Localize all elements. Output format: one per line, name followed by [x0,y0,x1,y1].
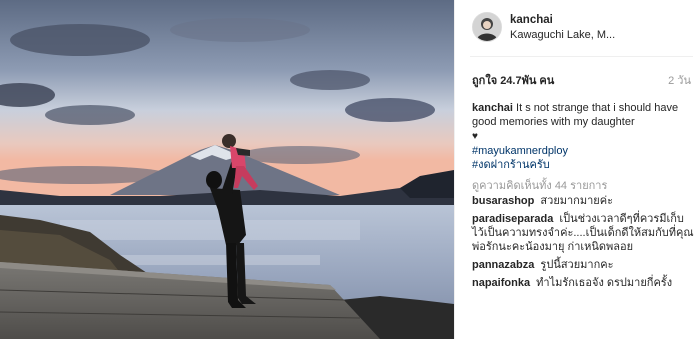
header-divider [470,56,693,57]
comment-item: pannazabza รูปนี้สวยมากคะ [472,258,694,272]
comment-username[interactable]: paradiseparada [472,213,553,225]
comment-username[interactable]: pannazabza [472,259,534,271]
hashtag-link[interactable]: #mayukamnerdploy [472,144,694,158]
comment-text: รูปนี้สวยมากคะ [540,259,614,271]
caption-username[interactable]: kanchai [472,102,513,114]
post-photo[interactable] [0,0,454,339]
comment-text: ทำไมรักเธอจัง ดรปมายกี่ครั้ง [536,277,673,289]
comment-item: busarashop สวยมากมายค่ะ [472,194,694,208]
comment-text: สวยมากมายค่ะ [540,195,613,207]
post-side-panel: kanchai Kawaguchi Lake, M... ถูกใจ 24.7พ… [455,0,696,339]
heart-emoji: ♥ [472,131,478,142]
comment-item: paradiseparada เป็นช่วงเวลาดีๆที่ควรมีเก… [472,212,694,254]
comment-list: busarashop สวยมากมายค่ะ paradiseparada เ… [472,194,694,294]
post-username[interactable]: kanchai [510,14,553,26]
post-header: kanchai Kawaguchi Lake, M... [472,12,694,42]
view-all-comments-link[interactable]: ดูความคิดเห็นทั้ง 44 รายการ [472,176,607,194]
comment-item: napaifonka ทำไมรักเธอจัง ดรปมายกี่ครั้ง [472,276,694,290]
avatar[interactable] [472,12,502,42]
hashtag-link[interactable]: #งดฝากร้านครับ [472,158,694,172]
post-time[interactable]: 2 วัน [668,71,691,89]
likes-count[interactable]: ถูกใจ 24.7พัน คน [472,71,554,89]
comment-username[interactable]: busarashop [472,195,534,207]
avatar-icon [473,13,501,41]
post-caption: kanchai It s not strange that i should h… [472,101,694,172]
instagram-post: kanchai Kawaguchi Lake, M... ถูกใจ 24.7พ… [0,0,696,339]
comment-username[interactable]: napaifonka [472,277,530,289]
lake-photo-illustration [0,0,454,339]
post-location[interactable]: Kawaguchi Lake, M... [510,29,615,41]
